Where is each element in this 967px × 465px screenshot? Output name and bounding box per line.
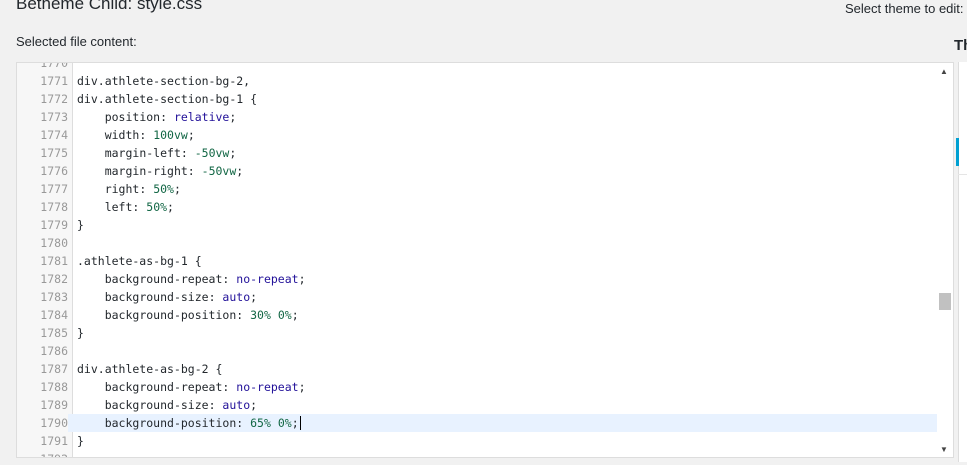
line-number: 1791 — [40, 434, 68, 448]
code-line[interactable]: 1779} — [17, 216, 937, 234]
code-text[interactable]: background-position: 30% 0%; — [77, 306, 299, 324]
code-text[interactable]: margin-right: -50vw; — [77, 162, 244, 180]
code-text[interactable]: .athlete-as-bg-1 { — [77, 252, 202, 270]
line-number: 1770 — [40, 62, 68, 70]
code-line[interactable]: 1775 margin-left: -50vw; — [17, 144, 937, 162]
code-text[interactable]: background-repeat: no-repeat; — [77, 270, 306, 288]
code-line[interactable]: 1788 background-repeat: no-repeat; — [17, 378, 937, 396]
code-text[interactable]: div.athlete-section-bg-1 { — [77, 90, 257, 108]
line-number: 1788 — [40, 380, 68, 394]
line-number: 1780 — [40, 236, 68, 250]
file-content-label: Selected file content: — [16, 34, 137, 49]
code-text[interactable]: } — [77, 324, 84, 342]
vertical-scrollbar[interactable]: ▲ ▼ — [937, 63, 953, 457]
code-line[interactable]: 1778 left: 50%; — [17, 198, 937, 216]
code-text[interactable]: background-position: 65% 0%; — [77, 414, 301, 432]
line-number: 1785 — [40, 326, 68, 340]
code-line[interactable]: 1784 background-position: 30% 0%; — [17, 306, 937, 324]
line-number: 1776 — [40, 164, 68, 178]
code-line[interactable]: 1789 background-size: auto; — [17, 396, 937, 414]
code-editor[interactable]: 1770 1771 div.athlete-section-bg-2, 1772 div… — [16, 62, 954, 458]
code-line[interactable]: 1783 background-size: auto; — [17, 288, 937, 306]
line-number: 1783 — [40, 290, 68, 304]
line-number: 1790 — [17, 414, 68, 432]
code-line[interactable]: 1777 right: 50%; — [17, 180, 937, 198]
code-text[interactable]: } — [77, 432, 84, 450]
code-line[interactable]: 1780 — [17, 234, 937, 252]
code-line[interactable]: 1770 — [17, 62, 937, 72]
code-line[interactable]: 1772 div.athlete-section-bg-1 { — [17, 90, 937, 108]
line-number: 1775 — [40, 146, 68, 160]
sidebar-active-indicator[interactable] — [956, 138, 959, 166]
code-line[interactable]: 1774 width: 100vw; — [17, 126, 937, 144]
scrollbar-thumb[interactable] — [939, 293, 951, 310]
line-number: 1777 — [40, 182, 68, 196]
code-text[interactable]: } — [77, 216, 84, 234]
line-number: 1782 — [40, 272, 68, 286]
code-text[interactable]: right: 50%; — [77, 180, 181, 198]
code-text[interactable]: background-size: auto; — [77, 288, 257, 306]
sidebar-divider — [958, 174, 967, 175]
code-area[interactable]: 1770 1771 div.athlete-section-bg-2, 1772 div… — [17, 62, 937, 457]
code-line[interactable]: 1791} — [17, 432, 937, 450]
code-text[interactable]: width: 100vw; — [77, 126, 195, 144]
code-line[interactable]: 1786 — [17, 342, 937, 360]
line-number: 1784 — [40, 308, 68, 322]
line-number: 1789 — [40, 398, 68, 412]
code-line[interactable]: 1787 div.athlete-as-bg-2 { — [17, 360, 937, 378]
line-number: 1787 — [40, 362, 68, 376]
line-number: 1786 — [40, 344, 68, 358]
scroll-up-arrow-icon[interactable]: ▲ — [940, 67, 948, 77]
code-line[interactable]: 1776 margin-right: -50vw; — [17, 162, 937, 180]
code-text[interactable]: left: 50%; — [77, 198, 174, 216]
line-number: 1771 — [40, 74, 68, 88]
line-number: 1774 — [40, 128, 68, 142]
code-line[interactable]: 1773 position: relative; — [17, 108, 937, 126]
code-text[interactable]: background-size: auto; — [77, 396, 257, 414]
line-number: 1781 — [40, 254, 68, 268]
scroll-down-arrow-icon[interactable]: ▼ — [940, 445, 948, 455]
code-line[interactable]: 1781 .athlete-as-bg-1 { — [17, 252, 937, 270]
text-cursor — [299, 416, 301, 430]
code-text[interactable]: div.athlete-section-bg-2, — [77, 72, 250, 90]
code-line[interactable]: 1790 background-position: 65% 0%; — [17, 414, 937, 432]
code-text[interactable]: position: relative; — [77, 108, 237, 126]
code-text[interactable]: div.athlete-as-bg-2 { — [77, 360, 222, 378]
line-number: 1772 — [40, 92, 68, 106]
line-number: 1778 — [40, 200, 68, 214]
code-text[interactable]: margin-left: -50vw; — [77, 144, 237, 162]
code-line[interactable]: 1785} — [17, 324, 937, 342]
code-line[interactable]: 1782 background-repeat: no-repeat; — [17, 270, 937, 288]
line-number: 1792 — [17, 450, 68, 457]
theme-select-label: Select theme to edit: — [845, 1, 964, 16]
sidebar-heading: Th — [954, 37, 967, 54]
page-title: Betheme Child: style.css — [16, 0, 203, 13]
code-line[interactable]: 1771 div.athlete-section-bg-2, — [17, 72, 937, 90]
line-number: 1779 — [40, 218, 68, 232]
code-line[interactable]: 1792 — [17, 450, 937, 457]
code-text[interactable]: background-repeat: no-repeat; — [77, 378, 306, 396]
line-number: 1773 — [40, 110, 68, 124]
sidebar-panel — [958, 62, 967, 462]
